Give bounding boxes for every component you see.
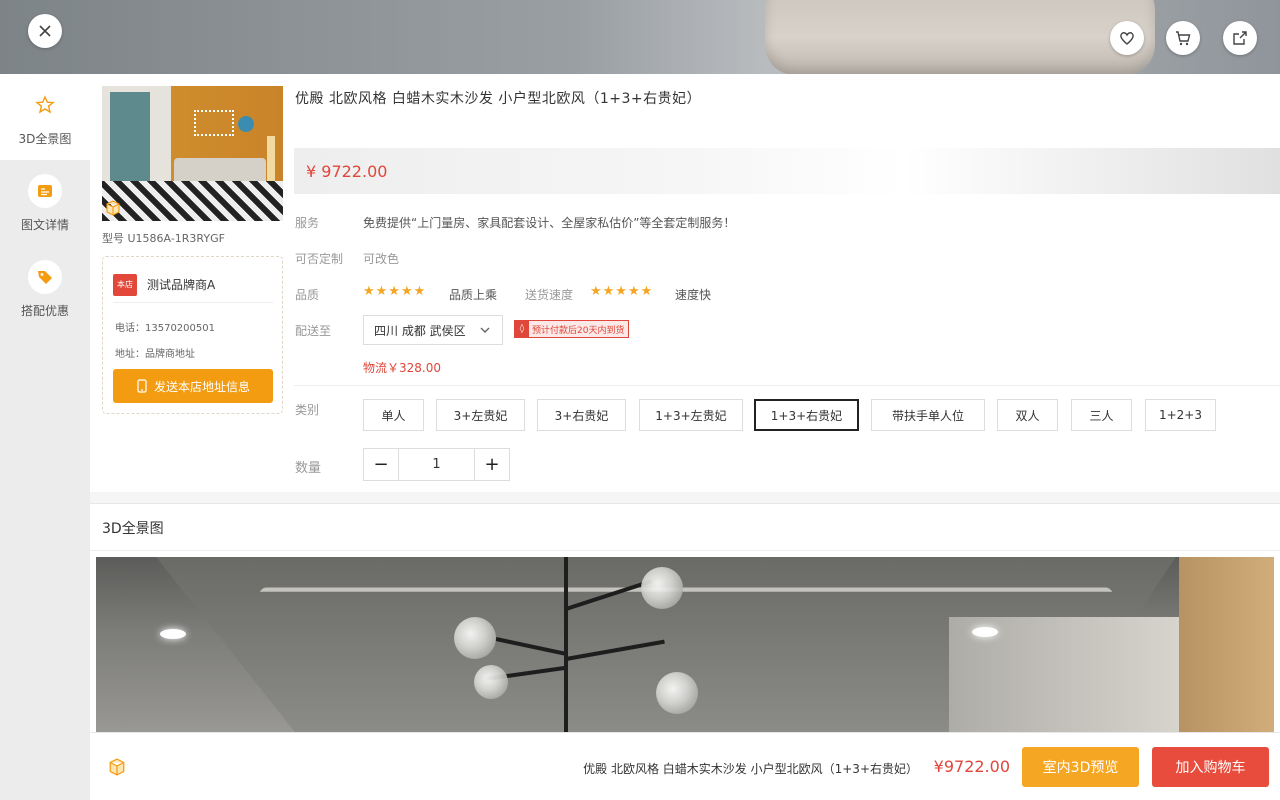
store-tag: 本店 [113, 273, 137, 296]
3d-preview-button[interactable]: 室内3D预览 [1022, 747, 1139, 787]
category-option[interactable]: 3+左贵妃 [436, 399, 525, 431]
send-address-label: 发送本店地址信息 [153, 379, 250, 394]
tag-icon-wrap [28, 259, 62, 294]
service-text: 免费提供“上门量房、家具配套设计、全屋家私估价”等全套定制服务！ [363, 216, 736, 230]
brand-card: 本店 测试品牌商A 电话：13570200501 地址：品牌商地址 发送本店地址… [102, 256, 283, 414]
category-option[interactable]: 3+右贵妃 [537, 399, 626, 431]
freight-cost: 物流￥328.00 [363, 361, 441, 375]
quality-label: 品质 [295, 288, 320, 302]
sidebar: 3D全景图 图文详情 搭配优惠 [0, 74, 90, 800]
custom-text: 可改色 [363, 252, 400, 266]
3d-cube-icon[interactable] [108, 758, 126, 780]
image-text-icon-wrap [28, 173, 62, 208]
bottom-price: ¥9722.00 [933, 757, 1010, 776]
product-price: ¥ 9722.00 [306, 161, 388, 181]
send-address-button[interactable]: 发送本店地址信息 [113, 369, 273, 403]
model-number: 型号 U1586A-1R3RYGF [102, 232, 225, 245]
increment-button[interactable]: + [475, 449, 509, 480]
category-option-selected[interactable]: 1+3+右贵妃 [754, 399, 859, 431]
product-detail: 型号 U1586A-1R3RYGF 本店 测试品牌商A 电话：135702005… [90, 74, 1280, 800]
pano-spotlight [972, 627, 998, 637]
bottom-action-bar: 优殿 北欧风格 白蜡木实木沙发 小户型北欧风（1+3+右贵妃） ¥9722.00… [90, 732, 1280, 800]
section-title: 3D全景图 [102, 521, 164, 537]
quantity-stepper: − 1 + [363, 448, 510, 481]
phone-icon [137, 379, 147, 393]
star-icon-wrap [28, 88, 62, 122]
quality-stars: ★★★★★ [363, 284, 427, 299]
thumb-frames [194, 110, 234, 136]
brand-address: 地址：品牌商地址 [115, 349, 195, 360]
delivery-estimate-text: 预计付款后20天内到货 [532, 325, 625, 336]
pano-wood-panel [1179, 557, 1274, 737]
sidebar-item-bundle-deals[interactable]: 搭配优惠 [0, 246, 90, 332]
share-icon [1233, 31, 1247, 45]
image-text-icon [38, 184, 52, 197]
divider [294, 385, 1280, 386]
header-banner [0, 0, 1280, 74]
favorite-button[interactable] [1110, 21, 1144, 55]
pano-chandelier-rod [564, 557, 568, 737]
quantity-value[interactable]: 1 [398, 449, 475, 480]
cart-button[interactable] [1166, 21, 1200, 55]
delivery-estimate-badge: ◊ 预计付款后20天内到货 [514, 320, 630, 338]
add-to-cart-button[interactable]: 加入购物车 [1152, 747, 1269, 787]
category-option[interactable]: 双人 [997, 399, 1058, 431]
brand-row[interactable]: 本店 测试品牌商A [113, 267, 273, 303]
panorama-viewer[interactable] [96, 557, 1274, 737]
brand-phone: 电话：13570200501 [115, 323, 215, 334]
thumb-clock [238, 116, 254, 132]
pano-bulb [454, 617, 496, 659]
thumb-lamp [267, 136, 275, 186]
thumb-rug [102, 181, 283, 221]
speed-stars: ★★★★★ [590, 284, 654, 299]
speed-label: 送货速度 [525, 288, 574, 302]
bottom-product-title: 优殿 北欧风格 白蜡木实木沙发 小户型北欧风（1+3+右贵妃） [583, 762, 918, 776]
ship-label: 配送至 [295, 324, 332, 338]
product-title: 优殿 北欧风格 白蜡木实木沙发 小户型北欧风（1+3+右贵妃） [295, 91, 702, 107]
pano-spotlight [160, 629, 186, 639]
3d-cube-icon[interactable] [105, 200, 121, 220]
star-icon [35, 94, 55, 113]
close-button[interactable] [28, 14, 62, 48]
service-label: 服务 [295, 216, 320, 230]
thumb-curtain [110, 92, 150, 192]
price-band: ¥ 9722.00 [294, 148, 1280, 194]
category-option[interactable]: 1+2+3 [1145, 399, 1216, 431]
category-option[interactable]: 1+3+左贵妃 [639, 399, 743, 431]
category-option[interactable]: 单人 [363, 399, 424, 431]
heart-icon [1120, 32, 1134, 45]
quantity-label: 数量 [295, 461, 322, 476]
sidebar-item-label: 3D全景图 [18, 131, 72, 146]
sidebar-item-3d-panorama[interactable]: 3D全景图 [0, 74, 90, 160]
shield-icon: ◊ [515, 321, 529, 337]
section-separator [90, 492, 1280, 504]
region-select[interactable]: 四川 成都 武侯区 [363, 315, 503, 345]
tag-icon [38, 270, 52, 284]
banner-image [765, 0, 1155, 74]
sidebar-item-details[interactable]: 图文详情 [0, 160, 90, 246]
pano-bulb [474, 665, 508, 699]
pano-bulb [641, 567, 683, 609]
speed-text: 速度快 [675, 288, 712, 302]
cart-icon [1176, 31, 1191, 46]
sidebar-item-label: 图文详情 [20, 217, 69, 232]
quality-text: 品质上乘 [449, 288, 498, 302]
sidebar-item-label: 搭配优惠 [20, 303, 69, 318]
decrement-button[interactable]: − [364, 449, 398, 480]
category-label: 类别 [295, 403, 320, 417]
pano-bulb [656, 672, 698, 714]
category-option[interactable]: 带扶手单人位 [871, 399, 985, 431]
custom-label: 可否定制 [295, 252, 344, 266]
category-option[interactable]: 三人 [1071, 399, 1132, 431]
product-thumbnail[interactable] [102, 86, 283, 221]
chevron-down-icon [480, 327, 490, 333]
share-button[interactable] [1223, 21, 1257, 55]
divider [90, 550, 1280, 551]
close-icon [39, 25, 51, 37]
brand-name: 测试品牌商A [147, 278, 216, 292]
region-value: 四川 成都 武侯区 [374, 323, 466, 338]
